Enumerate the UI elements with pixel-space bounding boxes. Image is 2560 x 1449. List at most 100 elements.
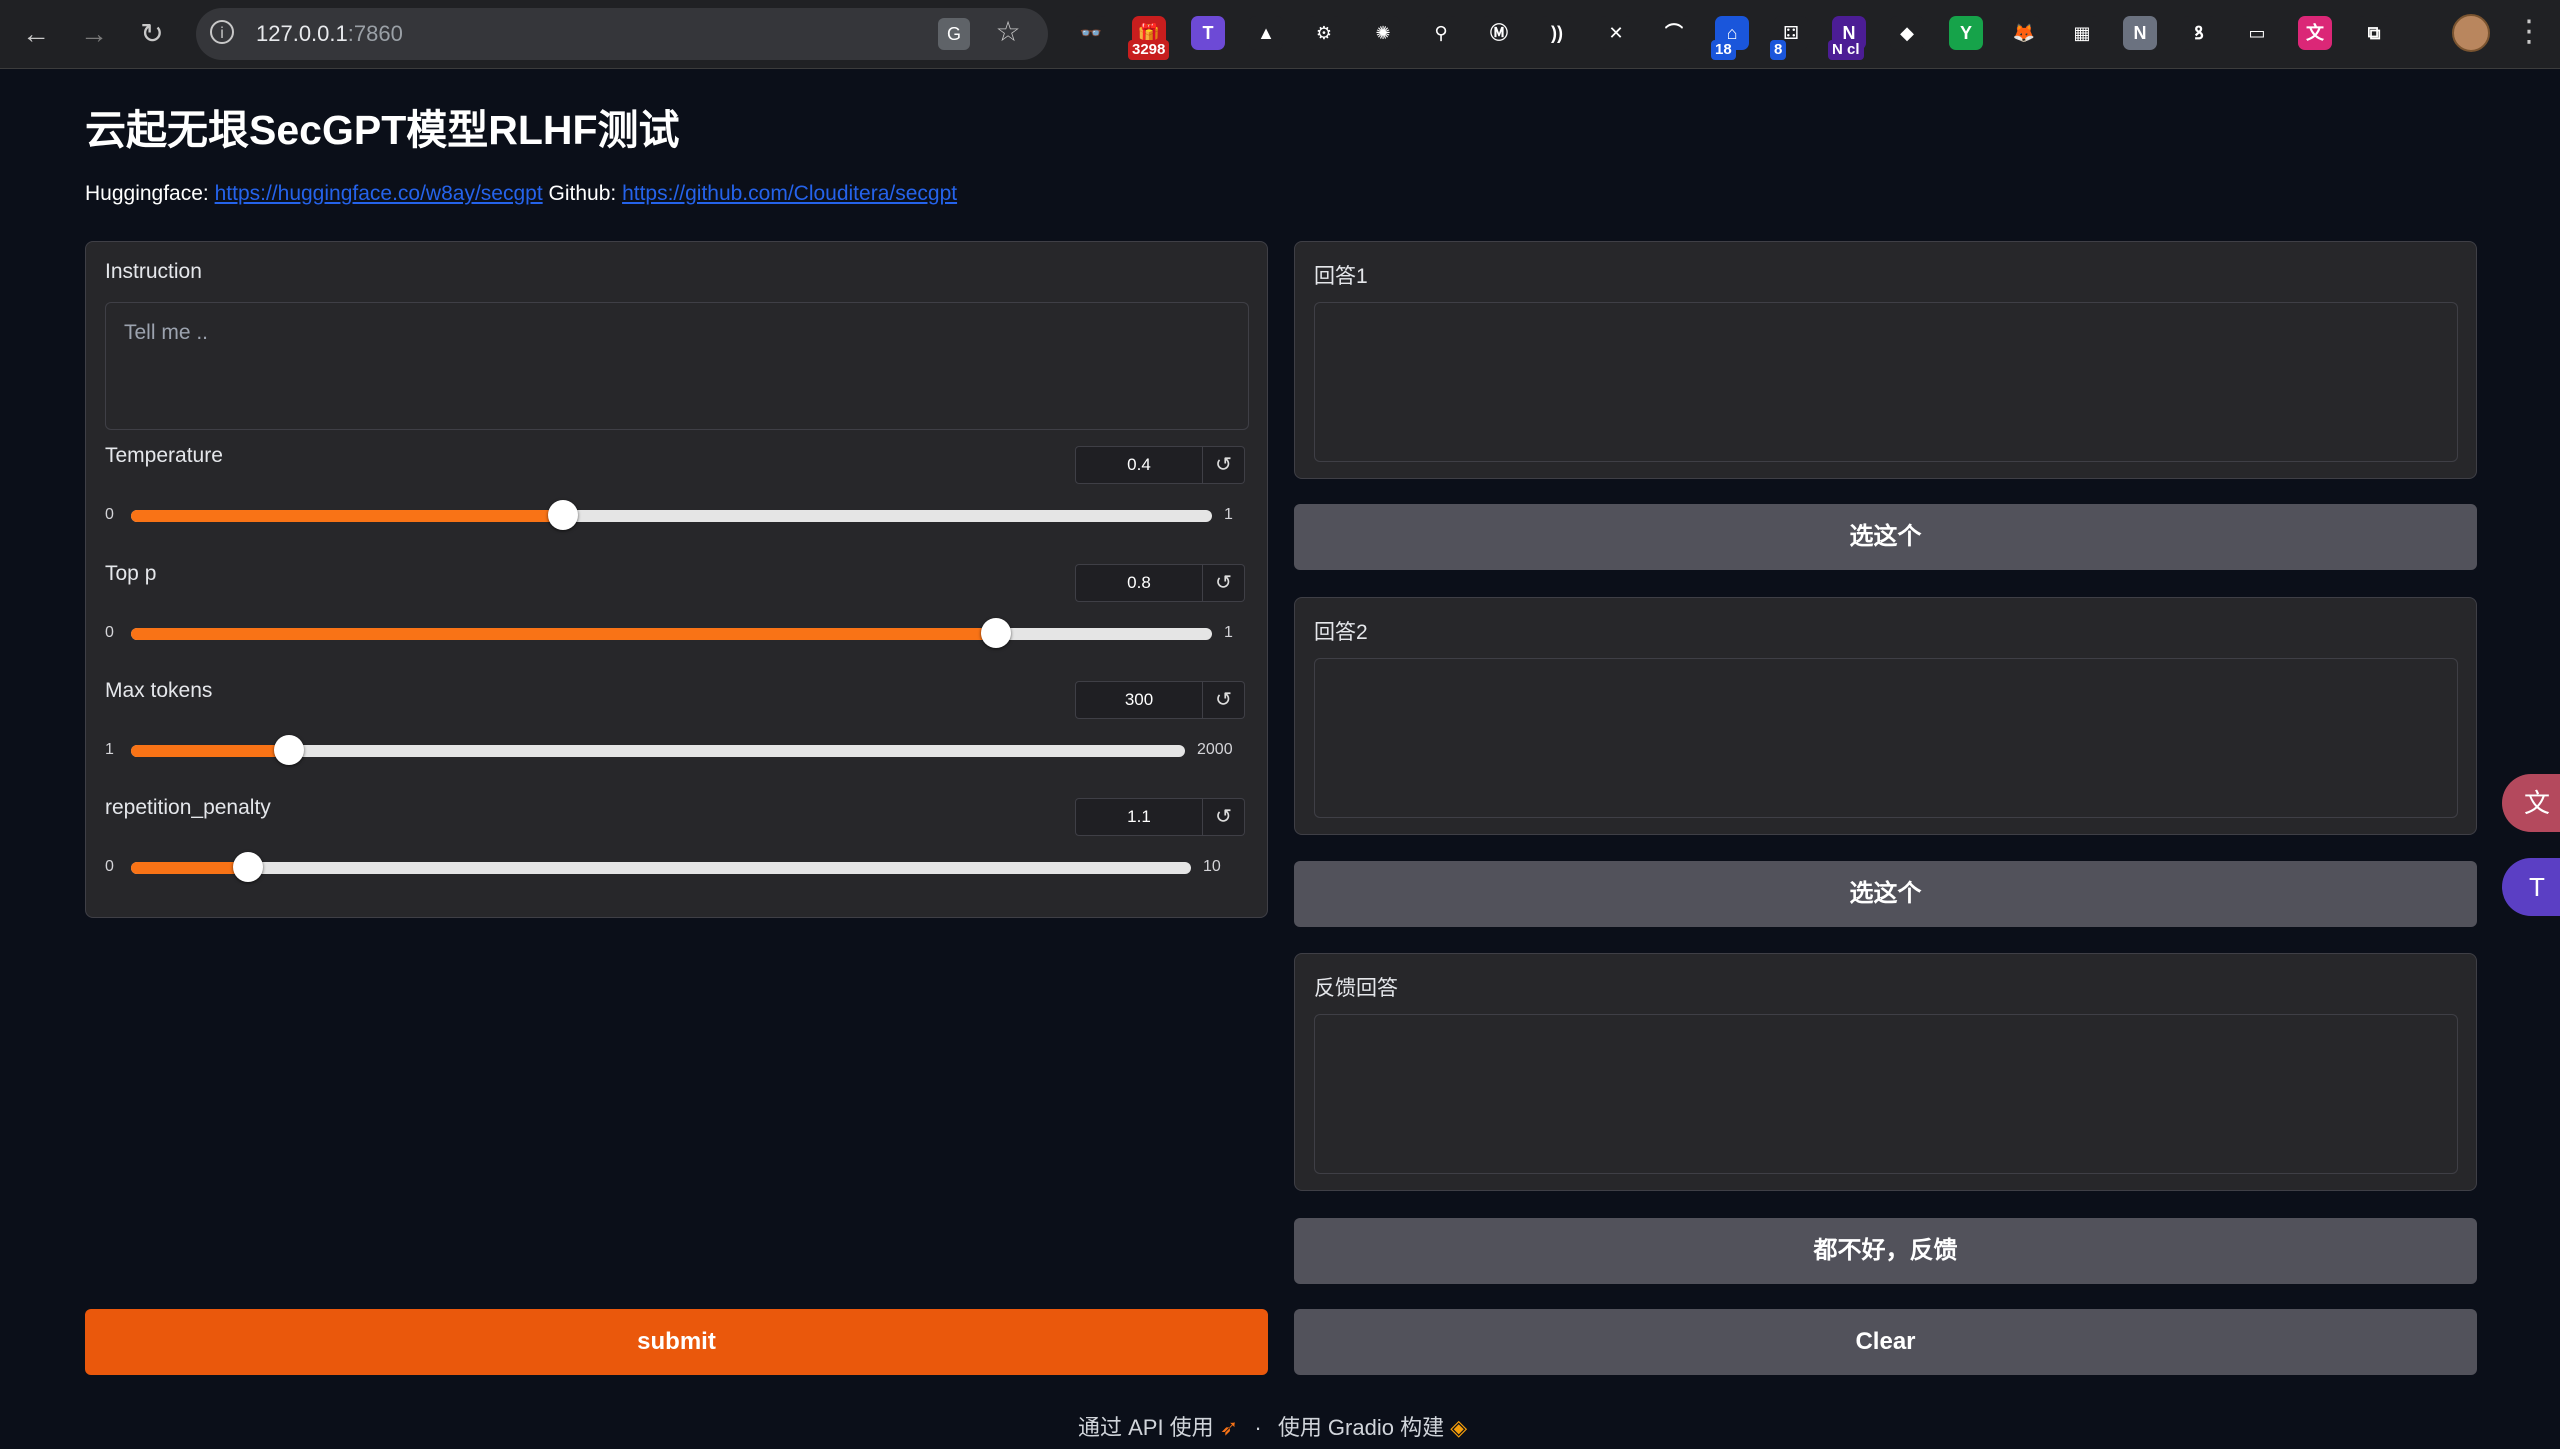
ext-y-icon[interactable]: Y — [1949, 16, 1983, 50]
github-label: Github: — [548, 182, 617, 205]
page-title: 云起无垠SecGPT模型RLHF测试 — [85, 107, 680, 153]
ext-dice-icon[interactable]: ⚃ 8 — [1770, 16, 1808, 60]
ext-arc-icon[interactable]: ⌒ — [1657, 16, 1691, 50]
slider-label: repetition_penalty — [105, 796, 271, 819]
api-link[interactable]: 通过 API 使用 — [1078, 1415, 1214, 1440]
browser-menu-icon[interactable]: ⋮ — [2514, 12, 2544, 52]
input-panel: Instruction Tell me .. Temperature 0.4 ↺ 0 1… — [85, 241, 1268, 918]
slider-thumb[interactable] — [548, 500, 579, 530]
rocket-icon: ➶ — [1219, 1415, 1245, 1440]
gradio-logo-icon: ◈ — [1450, 1415, 1468, 1440]
answer1-output[interactable] — [1314, 302, 2458, 462]
answer2-label: 回答2 — [1314, 621, 1368, 644]
ext-bird-icon[interactable]: ꝸ — [2182, 16, 2216, 50]
reset-icon[interactable]: ↺ — [1203, 446, 1245, 484]
slider-label: Temperature — [105, 444, 223, 467]
slider-max-label: 2000 — [1197, 741, 1233, 758]
profile-avatar[interactable] — [2452, 14, 2490, 52]
footer-separator: · — [1254, 1415, 1262, 1440]
address-bar[interactable]: i 127.0.0.1:7860 G ☆ — [196, 8, 1048, 60]
slider-max-label: 1 — [1224, 506, 1233, 523]
slider-thumb[interactable] — [980, 618, 1011, 648]
slider-track[interactable] — [131, 852, 1191, 882]
browser-toolbar: ← → ↻ i 127.0.0.1:7860 G ☆ 👓 🎁 3298 T ▲ ⚙ ✺ ⚲ Ⓜ)… — [0, 0, 2560, 69]
ext-card-icon[interactable]: ▭ — [2240, 16, 2274, 50]
slider-track[interactable] — [131, 735, 1185, 765]
ext-glasses-icon[interactable]: 👓 — [1074, 16, 1108, 50]
ext-wave-icon[interactable]: )) — [1540, 16, 1574, 50]
slider-thumb[interactable] — [232, 852, 263, 882]
feedback-label: 反馈回答 — [1314, 977, 1398, 1000]
feedback-button[interactable]: 都不好，反馈 — [1294, 1218, 2477, 1284]
slider-number-input[interactable]: 0.4 — [1075, 446, 1203, 484]
footer: 通过 API 使用 ➶ · 使用 Gradio 构建 ◈ — [1078, 1410, 1467, 1442]
huggingface-label: Huggingface: — [85, 182, 209, 205]
ext-house-icon[interactable]: ⌂ 18 — [1711, 16, 1749, 60]
ext-gear-icon[interactable]: ⚙ — [1307, 16, 1341, 50]
github-link[interactable]: https://github.com/Clouditera/secgpt — [622, 182, 957, 205]
slider-min-label: 0 — [105, 624, 114, 641]
ext-m-icon[interactable]: Ⓜ — [1482, 16, 1516, 50]
slider-track[interactable] — [131, 618, 1212, 648]
instruction-label: Instruction — [105, 260, 202, 283]
translate-float-icon[interactable]: 文 — [2502, 774, 2560, 832]
ext-x-icon[interactable]: ✕ — [1599, 16, 1633, 50]
choose-answer1-button[interactable]: 选这个 — [1294, 504, 2477, 570]
ext-fox-icon[interactable]: 🦊 — [2007, 16, 2041, 50]
translate-page-icon[interactable]: G — [938, 18, 970, 50]
reset-icon[interactable]: ↺ — [1203, 798, 1245, 836]
answer1-label: 回答1 — [1314, 265, 1368, 288]
slider-number-input[interactable]: 1.1 — [1075, 798, 1203, 836]
slider-label: Top p — [105, 562, 157, 585]
reset-icon[interactable]: ↺ — [1203, 681, 1245, 719]
ext-translate-icon[interactable]: 文 — [2298, 16, 2332, 50]
slider-fill — [131, 745, 289, 757]
ext-pin-icon[interactable]: ⚲ — [1424, 16, 1458, 50]
slider-label: Max tokens — [105, 679, 213, 702]
ext-cube-icon[interactable]: ◆ — [1890, 16, 1924, 50]
slider-number-input[interactable]: 0.8 — [1075, 564, 1203, 602]
ext-ncl-icon[interactable]: NN cl — [1828, 16, 1866, 60]
huggingface-link[interactable]: https://huggingface.co/w8ay/secgpt — [215, 182, 543, 205]
ext-gift-icon[interactable]: 🎁 3298 — [1128, 16, 1170, 60]
answer2-panel: 回答2 — [1294, 597, 2477, 835]
answer2-output[interactable] — [1314, 658, 2458, 818]
ext-t-icon[interactable]: T — [1191, 16, 1225, 50]
site-info-icon[interactable]: i — [210, 20, 234, 44]
ext-ncl-badge: N cl — [1828, 40, 1864, 60]
slider-max-label: 10 — [1203, 858, 1221, 875]
ext-n-icon[interactable]: N — [2123, 16, 2157, 50]
slider-fill — [131, 628, 996, 640]
clear-button[interactable]: Clear — [1294, 1309, 2477, 1375]
slider-fill — [131, 510, 564, 522]
submit-button[interactable]: submit — [85, 1309, 1268, 1375]
reset-icon[interactable]: ↺ — [1203, 564, 1245, 602]
choose-answer2-button[interactable]: 选这个 — [1294, 861, 2477, 927]
instruction-input[interactable]: Tell me .. — [105, 302, 1249, 430]
reload-icon[interactable]: ↻ — [134, 16, 170, 52]
ext-gift-badge: 3298 — [1128, 40, 1170, 60]
slider-number-input[interactable]: 300 — [1075, 681, 1203, 719]
ext-drive-icon[interactable]: ▲ — [1249, 16, 1283, 50]
slider-min-label: 0 — [105, 858, 114, 875]
ext-house-badge: 18 — [1711, 40, 1736, 60]
ext-grid-icon[interactable]: ▦ — [2065, 16, 2099, 50]
slider-fill — [131, 862, 248, 874]
back-arrow-icon[interactable]: ← — [18, 16, 54, 52]
t-float-icon[interactable]: T — [2502, 858, 2560, 916]
slider-track[interactable] — [131, 500, 1212, 530]
feedback-input[interactable] — [1314, 1014, 2458, 1174]
ext-openai-icon[interactable]: ✺ — [1366, 16, 1400, 50]
slider-thumb[interactable] — [273, 735, 304, 765]
slider-max-label: 1 — [1224, 624, 1233, 641]
ext-puzzle-icon[interactable]: ⧉ — [2357, 16, 2391, 50]
ext-dice-badge: 8 — [1770, 40, 1787, 60]
forward-arrow-icon[interactable]: → — [76, 16, 112, 52]
bookmark-star-icon[interactable]: ☆ — [992, 16, 1024, 48]
feedback-panel: 反馈回答 — [1294, 953, 2477, 1191]
gradio-link[interactable]: 使用 Gradio 构建 — [1278, 1415, 1444, 1440]
slider-min-label: 0 — [105, 506, 114, 523]
url-text[interactable]: 127.0.0.1:7860 — [256, 21, 403, 47]
answer1-panel: 回答1 — [1294, 241, 2477, 479]
slider-min-label: 1 — [105, 741, 114, 758]
